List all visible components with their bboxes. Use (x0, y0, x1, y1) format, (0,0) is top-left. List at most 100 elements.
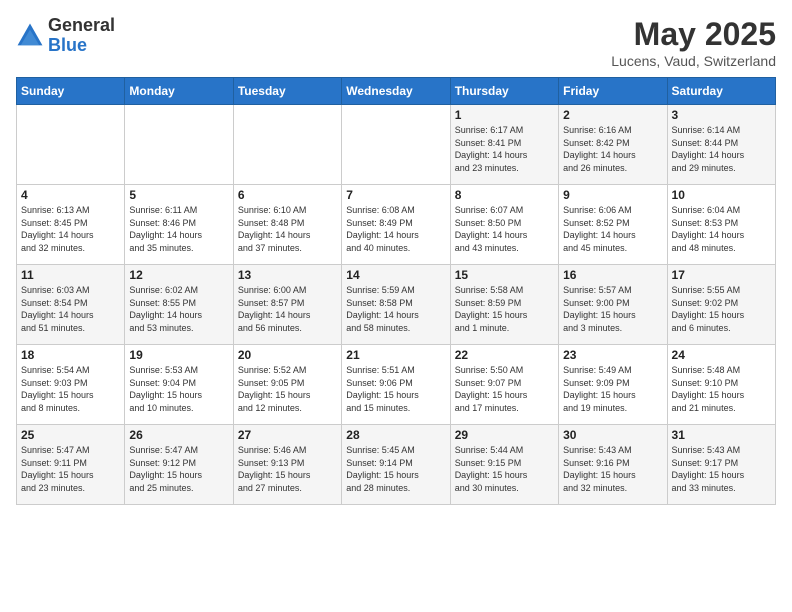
calendar-cell: 11Sunrise: 6:03 AM Sunset: 8:54 PM Dayli… (17, 265, 125, 345)
logo-blue: Blue (48, 36, 115, 56)
day-number: 19 (129, 348, 228, 362)
day-number: 20 (238, 348, 337, 362)
day-info: Sunrise: 6:04 AM Sunset: 8:53 PM Dayligh… (672, 204, 771, 254)
calendar-cell: 4Sunrise: 6:13 AM Sunset: 8:45 PM Daylig… (17, 185, 125, 265)
day-number: 22 (455, 348, 554, 362)
calendar-cell: 9 Sunrise: 6:06 AM Sunset: 8:52 PM Daylig… (559, 185, 667, 265)
day-info: Sunrise: 6:16 AM Sunset: 8:42 PM Dayligh… (563, 124, 662, 174)
logo-general: General (48, 16, 115, 36)
calendar-cell (233, 105, 341, 185)
header-sunday: Sunday (17, 78, 125, 105)
calendar-cell: 23 Sunrise: 5:49 AM Sunset: 9:09 PM Dayli… (559, 345, 667, 425)
day-number: 28 (346, 428, 445, 442)
calendar-body: 1Sunrise: 6:17 AM Sunset: 8:41 PM Daylig… (17, 105, 776, 505)
header-thursday: Thursday (450, 78, 558, 105)
day-info: Sunrise: 5:51 AM Sunset: 9:06 PM Dayligh… (346, 364, 445, 414)
day-info: Sunrise: 5:47 AM Sunset: 9:12 PM Dayligh… (129, 444, 228, 494)
day-number: 21 (346, 348, 445, 362)
header-friday: Friday (559, 78, 667, 105)
day-number: 27 (238, 428, 337, 442)
day-number: 3 (672, 108, 771, 122)
calendar-cell: 24 Sunrise: 5:48 AM Sunset: 9:10 PM Dayli… (667, 345, 775, 425)
day-number: 17 (672, 268, 771, 282)
day-info: Sunrise: 5:48 AM Sunset: 9:10 PM Dayligh… (672, 364, 771, 414)
day-info: Sunrise: 6:11 AM Sunset: 8:46 PM Dayligh… (129, 204, 228, 254)
logo-text: General Blue (48, 16, 115, 56)
calendar-cell: 1Sunrise: 6:17 AM Sunset: 8:41 PM Daylig… (450, 105, 558, 185)
calendar-cell: 25 Sunrise: 5:47 AM Sunset: 9:11 PM Dayli… (17, 425, 125, 505)
day-info: Sunrise: 6:00 AM Sunset: 8:57 PM Dayligh… (238, 284, 337, 334)
title-block: May 2025 Lucens, Vaud, Switzerland (611, 16, 776, 69)
calendar-cell: 20Sunrise: 5:52 AM Sunset: 9:05 PM Dayli… (233, 345, 341, 425)
calendar-cell: 7 Sunrise: 6:08 AM Sunset: 8:49 PM Daylig… (342, 185, 450, 265)
calendar-cell (17, 105, 125, 185)
day-info: Sunrise: 6:02 AM Sunset: 8:55 PM Dayligh… (129, 284, 228, 334)
day-number: 9 (563, 188, 662, 202)
week-row-1: 1Sunrise: 6:17 AM Sunset: 8:41 PM Daylig… (17, 105, 776, 185)
day-info: Sunrise: 5:46 AM Sunset: 9:13 PM Dayligh… (238, 444, 337, 494)
day-number: 29 (455, 428, 554, 442)
calendar-cell: 19Sunrise: 5:53 AM Sunset: 9:04 PM Dayli… (125, 345, 233, 425)
day-info: Sunrise: 5:44 AM Sunset: 9:15 PM Dayligh… (455, 444, 554, 494)
day-number: 18 (21, 348, 120, 362)
day-info: Sunrise: 5:54 AM Sunset: 9:03 PM Dayligh… (21, 364, 120, 414)
day-info: Sunrise: 5:58 AM Sunset: 8:59 PM Dayligh… (455, 284, 554, 334)
day-info: Sunrise: 6:13 AM Sunset: 8:45 PM Dayligh… (21, 204, 120, 254)
day-number: 5 (129, 188, 228, 202)
calendar-cell: 22 Sunrise: 5:50 AM Sunset: 9:07 PM Dayli… (450, 345, 558, 425)
calendar-cell: 6Sunrise: 6:10 AM Sunset: 8:48 PM Daylig… (233, 185, 341, 265)
week-row-5: 25 Sunrise: 5:47 AM Sunset: 9:11 PM Dayli… (17, 425, 776, 505)
calendar-title: May 2025 (611, 16, 776, 53)
day-info: Sunrise: 5:43 AM Sunset: 9:16 PM Dayligh… (563, 444, 662, 494)
calendar-cell: 30Sunrise: 5:43 AM Sunset: 9:16 PM Dayli… (559, 425, 667, 505)
day-info: Sunrise: 5:47 AM Sunset: 9:11 PM Dayligh… (21, 444, 120, 494)
calendar-cell: 3 Sunrise: 6:14 AM Sunset: 8:44 PM Daylig… (667, 105, 775, 185)
calendar-subtitle: Lucens, Vaud, Switzerland (611, 53, 776, 69)
calendar-cell: 18 Sunrise: 5:54 AM Sunset: 9:03 PM Dayli… (17, 345, 125, 425)
day-info: Sunrise: 6:14 AM Sunset: 8:44 PM Dayligh… (672, 124, 771, 174)
calendar-cell: 8Sunrise: 6:07 AM Sunset: 8:50 PM Daylig… (450, 185, 558, 265)
day-info: Sunrise: 6:17 AM Sunset: 8:41 PM Dayligh… (455, 124, 554, 174)
calendar-cell: 12 Sunrise: 6:02 AM Sunset: 8:55 PM Dayli… (125, 265, 233, 345)
day-number: 8 (455, 188, 554, 202)
day-info: Sunrise: 6:06 AM Sunset: 8:52 PM Dayligh… (563, 204, 662, 254)
day-info: Sunrise: 6:03 AM Sunset: 8:54 PM Dayligh… (21, 284, 120, 334)
week-row-3: 11Sunrise: 6:03 AM Sunset: 8:54 PM Dayli… (17, 265, 776, 345)
day-number: 16 (563, 268, 662, 282)
day-info: Sunrise: 5:57 AM Sunset: 9:00 PM Dayligh… (563, 284, 662, 334)
calendar-cell: 16 Sunrise: 5:57 AM Sunset: 9:00 PM Dayli… (559, 265, 667, 345)
header-tuesday: Tuesday (233, 78, 341, 105)
calendar-cell: 27 Sunrise: 5:46 AM Sunset: 9:13 PM Dayli… (233, 425, 341, 505)
day-number: 7 (346, 188, 445, 202)
day-number: 10 (672, 188, 771, 202)
day-number: 26 (129, 428, 228, 442)
day-info: Sunrise: 5:45 AM Sunset: 9:14 PM Dayligh… (346, 444, 445, 494)
day-info: Sunrise: 5:59 AM Sunset: 8:58 PM Dayligh… (346, 284, 445, 334)
calendar-cell: 5 Sunrise: 6:11 AM Sunset: 8:46 PM Daylig… (125, 185, 233, 265)
day-info: Sunrise: 5:49 AM Sunset: 9:09 PM Dayligh… (563, 364, 662, 414)
day-number: 12 (129, 268, 228, 282)
day-number: 31 (672, 428, 771, 442)
calendar-cell: 31 Sunrise: 5:43 AM Sunset: 9:17 PM Dayli… (667, 425, 775, 505)
calendar-cell: 10 Sunrise: 6:04 AM Sunset: 8:53 PM Dayli… (667, 185, 775, 265)
header-row: SundayMondayTuesdayWednesdayThursdayFrid… (17, 78, 776, 105)
day-info: Sunrise: 5:55 AM Sunset: 9:02 PM Dayligh… (672, 284, 771, 334)
day-info: Sunrise: 5:50 AM Sunset: 9:07 PM Dayligh… (455, 364, 554, 414)
calendar-cell (125, 105, 233, 185)
day-number: 2 (563, 108, 662, 122)
week-row-2: 4Sunrise: 6:13 AM Sunset: 8:45 PM Daylig… (17, 185, 776, 265)
day-number: 25 (21, 428, 120, 442)
calendar-table: SundayMondayTuesdayWednesdayThursdayFrid… (16, 77, 776, 505)
page-header: General Blue May 2025 Lucens, Vaud, Swit… (16, 16, 776, 69)
calendar-header: SundayMondayTuesdayWednesdayThursdayFrid… (17, 78, 776, 105)
day-number: 24 (672, 348, 771, 362)
day-number: 15 (455, 268, 554, 282)
calendar-cell: 15 Sunrise: 5:58 AM Sunset: 8:59 PM Dayli… (450, 265, 558, 345)
calendar-cell: 21 Sunrise: 5:51 AM Sunset: 9:06 PM Dayli… (342, 345, 450, 425)
day-info: Sunrise: 6:08 AM Sunset: 8:49 PM Dayligh… (346, 204, 445, 254)
calendar-cell: 29 Sunrise: 5:44 AM Sunset: 9:15 PM Dayli… (450, 425, 558, 505)
day-number: 23 (563, 348, 662, 362)
calendar-cell: 13Sunrise: 6:00 AM Sunset: 8:57 PM Dayli… (233, 265, 341, 345)
calendar-cell: 26 Sunrise: 5:47 AM Sunset: 9:12 PM Dayli… (125, 425, 233, 505)
day-info: Sunrise: 5:43 AM Sunset: 9:17 PM Dayligh… (672, 444, 771, 494)
